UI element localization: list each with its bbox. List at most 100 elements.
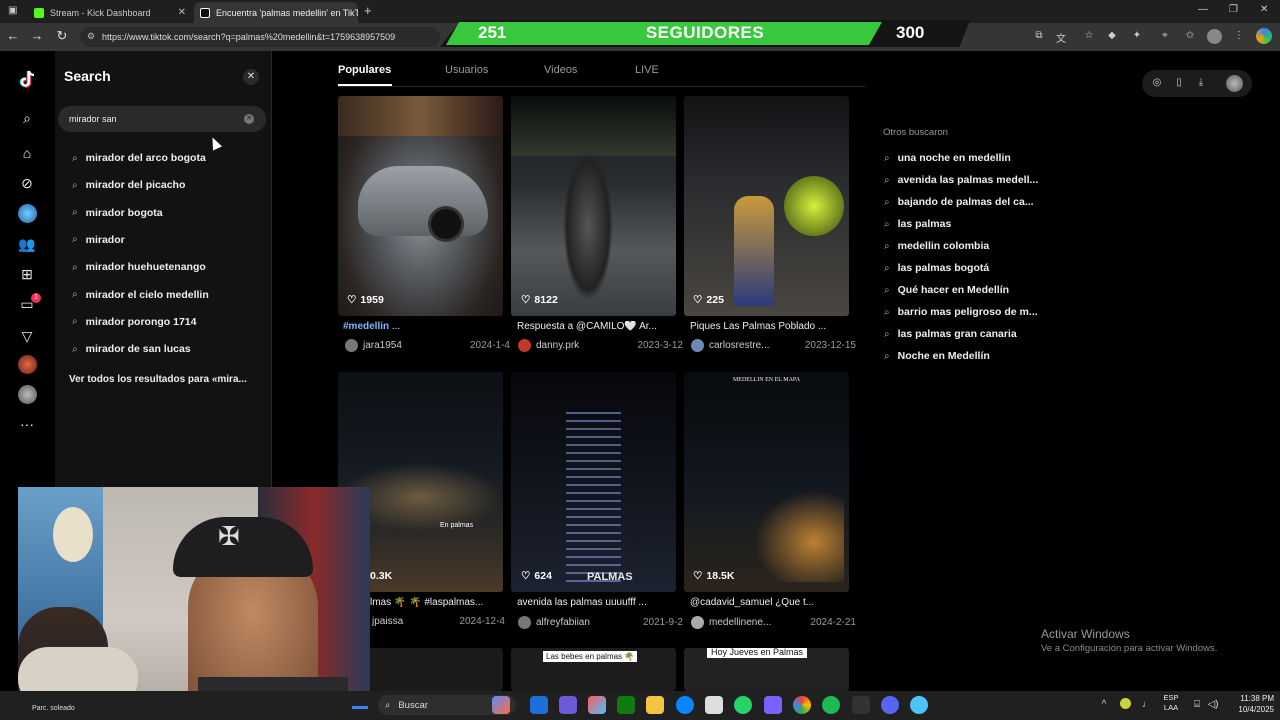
whatsapp-icon[interactable] [734, 696, 752, 714]
translate-icon[interactable]: 文 [1054, 30, 1068, 45]
user-avatar[interactable] [691, 616, 704, 629]
profile-avatar[interactable] [1207, 29, 1222, 44]
live-avatar[interactable] [18, 355, 37, 374]
taskbar-clock[interactable]: 11:38 PM 10/4/2025 [1218, 693, 1274, 715]
video-caption[interactable]: lmas 🌴 🌴 #laspalmas... [370, 597, 505, 608]
clear-search-icon[interactable]: ✕ [244, 114, 254, 124]
xbox-icon[interactable] [617, 696, 635, 714]
extension-diamond-icon[interactable]: ◆ [1105, 30, 1119, 41]
tab-populares[interactable]: Populares [338, 64, 391, 76]
microphone-icon[interactable]: ♩ [1140, 699, 1154, 710]
video-caption[interactable]: @cadavid_samuel ¿Que t... [690, 597, 855, 608]
video-caption[interactable]: Respuesta a @CAMILO🤍 Ar... [517, 321, 682, 332]
others-searched-item[interactable]: ⌕ avenida las palmas medell... [884, 174, 1038, 186]
tab-kick-dashboard[interactable]: Stream - Kick Dashboard ✕ [28, 2, 192, 23]
search-icon[interactable]: ⌕ [17, 108, 37, 128]
video-thumbnail[interactable]: MEDELLIN EN EL MAPA [684, 372, 849, 592]
home-icon[interactable]: ⌂ [17, 143, 37, 163]
app-icon[interactable] [588, 696, 606, 714]
search-input[interactable] [58, 106, 266, 132]
weather-widget[interactable]: Parc. soleado [32, 705, 75, 712]
search-suggestion[interactable]: ⌕ mirador el cielo medellin [72, 287, 209, 303]
show-hidden-icons[interactable]: ^ [1097, 699, 1111, 710]
spotify-icon[interactable] [822, 696, 840, 714]
back-icon[interactable]: ← [4, 28, 22, 43]
search-suggestion[interactable]: ⌕ mirador del picacho [72, 177, 185, 193]
others-searched-item[interactable]: ⌕ barrio mas peligroso de m... [884, 306, 1038, 318]
chrome-icon[interactable] [793, 696, 811, 714]
username[interactable]: jpaissa [372, 616, 403, 627]
others-searched-item[interactable]: ⌕ medellin colombia [884, 240, 989, 252]
network-icon[interactable]: ⌸ [1190, 699, 1204, 710]
close-window-icon[interactable]: ✕ [1260, 4, 1268, 15]
search-suggestion[interactable]: ⌕ mirador de san lucas [72, 341, 191, 357]
extensions-puzzle-icon[interactable]: ✦ [1130, 30, 1144, 41]
coins-icon[interactable]: ◎ [1150, 77, 1164, 88]
video-caption[interactable]: #medellin ... [343, 321, 508, 332]
reload-icon[interactable]: ↻ [53, 28, 71, 44]
tab-usuarios[interactable]: Usuarios [445, 64, 488, 76]
video-thumbnail[interactable]: PALMAS [511, 372, 676, 592]
search-suggestion[interactable]: ⌕ mirador del arco bogota [72, 150, 206, 166]
input-language[interactable]: ESP LAA [1162, 693, 1180, 713]
copilot-taskbar-icon[interactable] [492, 696, 510, 714]
others-searched-item[interactable]: ⌕ las palmas bogotá [884, 262, 989, 274]
minimize-window-icon[interactable]: — [1198, 4, 1208, 15]
video-thumbnail[interactable]: Hoy Jueves en Palmas [684, 648, 849, 691]
username[interactable]: jara1954 [363, 340, 402, 351]
teams-icon[interactable] [559, 696, 577, 714]
maximize-window-icon[interactable]: ❐ [1229, 4, 1238, 15]
browser-menu-icon[interactable]: ⋮ [1232, 30, 1246, 41]
discord-icon[interactable] [881, 696, 899, 714]
video-caption[interactable]: Piques Las Palmas Poblado ... [690, 321, 855, 332]
file-explorer-icon[interactable] [646, 696, 664, 714]
store-icon[interactable] [705, 696, 723, 714]
favorites-icon[interactable]: ✩ [1183, 30, 1197, 41]
user-profile-avatar[interactable] [1226, 75, 1243, 92]
username[interactable]: danny.prk [536, 340, 579, 351]
user-avatar[interactable] [518, 339, 531, 352]
others-searched-item[interactable]: ⌕ bajando de palmas del ca... [884, 196, 1034, 208]
tray-app-icon[interactable] [1120, 698, 1131, 709]
tiktok-logo-icon[interactable] [17, 68, 39, 90]
search-suggestion[interactable]: ⌕ mirador huehuetenango [72, 259, 206, 275]
video-thumbnail[interactable]: Las bebes en palmas 🌴 [511, 648, 676, 691]
activity-icon[interactable]: ▽ [17, 326, 37, 346]
search-suggestion[interactable]: ⌕ mirador porongo 1714 [72, 314, 196, 330]
url-field[interactable]: ⚙ https://www.tiktok.com/search?q=palmas… [80, 27, 440, 47]
username[interactable]: alfreyfabiian [536, 617, 590, 628]
friends-icon[interactable]: 👥 [17, 234, 37, 254]
close-tab-icon[interactable]: ✕ [178, 7, 186, 18]
following-avatar[interactable] [18, 204, 37, 223]
outlook-icon[interactable] [530, 696, 548, 714]
others-searched-item[interactable]: ⌕ Qué hacer en Medellín [884, 284, 1009, 296]
search-suggestion[interactable]: ⌕ mirador bogota [72, 205, 163, 221]
user-avatar[interactable] [691, 339, 704, 352]
bookmark-star-icon[interactable]: ☆ [1082, 30, 1096, 41]
video-caption[interactable]: avenida las palmas uuuufff ... [517, 597, 682, 608]
tab-videos[interactable]: Videos [544, 64, 577, 76]
video-thumbnail[interactable] [511, 96, 676, 316]
tab-tiktok-search[interactable]: Encuentra 'palmas medellin' en TikTok ✕ [194, 2, 358, 23]
app-icon[interactable] [852, 696, 870, 714]
user-avatar[interactable] [345, 339, 358, 352]
profile-avatar-rail[interactable] [18, 385, 37, 404]
extension-pin-icon[interactable]: ⌖ [1158, 30, 1172, 41]
video-thumbnail[interactable] [338, 96, 503, 316]
device-icon[interactable]: ▯ [1172, 77, 1186, 88]
upload-icon[interactable]: ⊞ [17, 264, 37, 284]
user-avatar[interactable] [518, 616, 531, 629]
download-icon[interactable]: ⤓ [1194, 77, 1208, 88]
see-all-results-link[interactable]: Ver todos los resultados para «mira... [69, 374, 247, 385]
app-icon[interactable] [764, 696, 782, 714]
others-searched-item[interactable]: ⌕ Noche en Medellín [884, 350, 990, 362]
others-searched-item[interactable]: ⌕ las palmas gran canaria [884, 328, 1017, 340]
close-icon[interactable]: ✕ [243, 69, 259, 85]
search-suggestion[interactable]: ⌕ mirador [72, 232, 125, 248]
more-icon[interactable]: ··· [17, 414, 37, 434]
video-thumbnail[interactable] [684, 96, 849, 316]
edge-icon[interactable] [676, 696, 694, 714]
explore-compass-icon[interactable]: ⊘ [17, 173, 37, 193]
others-searched-item[interactable]: ⌕ las palmas [884, 218, 951, 230]
new-tab-button[interactable]: + [364, 3, 372, 18]
